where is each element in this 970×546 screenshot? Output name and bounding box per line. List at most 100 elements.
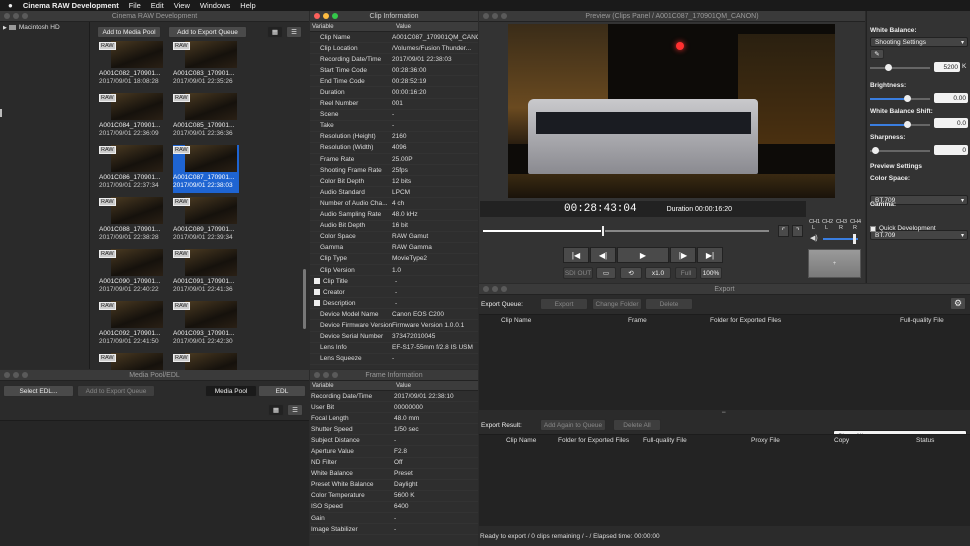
playhead-handle[interactable]: [601, 225, 606, 237]
quick-development-checkbox[interactable]: [870, 226, 876, 232]
sharpness-field[interactable]: 0: [934, 145, 968, 155]
list-view-button[interactable]: ☰: [287, 404, 303, 416]
brightness-knob[interactable]: [904, 95, 911, 102]
skip-start-button[interactable]: |◀: [563, 247, 589, 263]
window-controls[interactable]: [314, 13, 338, 19]
clip-thumbnail[interactable]: RAW A001C084_170901... 2017/09/01 22:36:09: [99, 93, 165, 141]
clip-thumbnail[interactable]: RAW A001C085_170901... 2017/09/01 22:36:36: [173, 93, 239, 141]
clip-name: A001C090_170901...: [99, 278, 161, 285]
clip-info-title-bar: Clip Information: [310, 11, 478, 22]
white-balance-label: White Balance:: [870, 27, 917, 34]
white-balance-select[interactable]: Shooting Settings: [870, 37, 968, 47]
window-controls[interactable]: [4, 372, 28, 378]
clip-info-row: Resolution (Width) 4096: [310, 143, 478, 155]
sharpness-slider[interactable]: [870, 147, 930, 154]
play-button[interactable]: ▶: [617, 247, 669, 263]
tab-media-pool[interactable]: Media Pool: [205, 385, 257, 397]
scrollbar[interactable]: [303, 269, 306, 329]
speaker-icon[interactable]: ◀): [810, 234, 818, 242]
sdi-out-button[interactable]: SDI OUT: [563, 267, 593, 279]
add-to-export-queue-button[interactable]: Add to Export Queue: [77, 385, 155, 397]
kelvin-field[interactable]: 5200: [934, 62, 960, 72]
info-value: -: [392, 111, 395, 119]
info-variable: Frame Rate: [320, 155, 355, 163]
wb-shift-field[interactable]: 0.0: [934, 118, 968, 128]
add-again-to-queue-button[interactable]: Add Again to Queue: [540, 419, 606, 431]
apple-menu-icon[interactable]: ●: [8, 1, 13, 10]
clip-thumbnail[interactable]: RAW A001C093_170901... 2017/09/01 22:42:30: [173, 301, 239, 349]
wb-shift-knob[interactable]: [904, 121, 911, 128]
step-back-button[interactable]: ◀|: [590, 247, 616, 263]
add-to-export-queue-button[interactable]: Add to Export Queue: [168, 26, 247, 38]
clip-thumbnail[interactable]: RAW A001C092_170901... 2017/09/01 22:41:50: [99, 301, 165, 349]
wb-shift-slider[interactable]: [870, 121, 930, 128]
clip-thumbnail[interactable]: RAW A001C082_170901... 2017/09/01 18:08:28: [99, 41, 165, 89]
loop-button[interactable]: ⟲: [620, 267, 642, 279]
clip-thumbnail[interactable]: RAW A001C090_170901... 2017/09/01 22:40:22: [99, 249, 165, 297]
info-value: EF-S17-55mm f/2.8 IS USM: [392, 344, 473, 352]
change-folder-button[interactable]: Change Folder: [592, 298, 642, 310]
raw-badge: RAW: [173, 42, 190, 50]
clip-thumbnail[interactable]: RAW A001C091_170901... 2017/09/01 22:41:36: [173, 249, 239, 297]
sharpness-knob[interactable]: [872, 147, 879, 154]
menu-view[interactable]: View: [174, 1, 190, 10]
brightness-field[interactable]: 0.00: [934, 93, 968, 103]
clip-thumbnail[interactable]: RAW A001C089_170901... 2017/09/01 22:39:34: [173, 197, 239, 245]
skip-end-button[interactable]: ▶|: [697, 247, 723, 263]
export-button[interactable]: Export: [540, 298, 588, 310]
info-variable: Shutter Speed: [311, 425, 353, 433]
mark-out-button[interactable]: ⌝: [792, 225, 803, 237]
add-to-media-pool-button[interactable]: Add to Media Pool: [97, 26, 161, 38]
window-controls[interactable]: [483, 286, 507, 292]
menu-help[interactable]: Help: [240, 1, 255, 10]
step-forward-button[interactable]: |▶: [670, 247, 696, 263]
clip-thumbnail[interactable]: RAW A001C087_170901... 2017/09/01 22:38:03: [173, 145, 239, 193]
drive-item[interactable]: ▶ Macintosh HD: [0, 22, 89, 33]
tab-edl[interactable]: EDL: [258, 385, 306, 397]
result-col-folder: Folder for Exported Files: [558, 437, 630, 444]
kelvin-slider[interactable]: [870, 64, 930, 71]
speed-select[interactable]: x1.0: [645, 267, 671, 279]
clip-info-row: Clip Title -: [310, 276, 478, 288]
full-button[interactable]: Full: [675, 267, 697, 279]
volume-knob[interactable]: [853, 234, 856, 244]
clip-thumbnail[interactable]: RAW A001C083_170901... 2017/09/01 22:35:26: [173, 41, 239, 89]
raw-badge: RAW: [99, 42, 116, 50]
list-view-button[interactable]: ☰: [286, 26, 302, 38]
info-variable: Resolution (Height): [320, 133, 376, 141]
select-edl-button[interactable]: Select EDL...: [3, 385, 74, 397]
frame-view-button[interactable]: ▭: [596, 267, 616, 279]
eyedropper-button[interactable]: ✎: [870, 49, 884, 59]
info-value: 373472010045: [392, 333, 436, 341]
menu-file[interactable]: File: [129, 1, 141, 10]
clip-name: A001C083_170901...: [173, 70, 235, 77]
splitter-handle[interactable]: ═: [722, 410, 726, 416]
grid-view-button[interactable]: ▦: [268, 404, 284, 416]
result-col-clip-name: Clip Name: [506, 437, 537, 444]
quick-development-label[interactable]: Quick Development: [879, 225, 936, 232]
info-value: 25.00P: [392, 155, 413, 163]
clip-thumbnail[interactable]: RAW A001C086_170901... 2017/09/01 22:37:34: [99, 145, 165, 193]
mark-in-button[interactable]: ⌜: [778, 225, 789, 237]
delete-all-button[interactable]: Delete All: [613, 419, 661, 431]
kelvin-knob[interactable]: [885, 64, 892, 71]
scrubber[interactable]: [483, 225, 769, 237]
thumbnail-panel: Add to Media Pool Add to Export Queue ▦ …: [91, 22, 309, 397]
clip-thumbnail[interactable]: RAW A001C088_170901... 2017/09/01 22:38:28: [99, 197, 165, 245]
app-menu[interactable]: Cinema RAW Development: [23, 1, 119, 10]
window-controls[interactable]: [4, 13, 28, 19]
color-wheel-pad[interactable]: +: [808, 249, 861, 278]
menu-edit[interactable]: Edit: [151, 1, 164, 10]
window-controls[interactable]: [483, 13, 507, 19]
brightness-slider[interactable]: [870, 95, 930, 102]
settings-gear-button[interactable]: ⚙: [950, 297, 966, 310]
delete-button[interactable]: Delete: [645, 298, 693, 310]
clip-info-title: Clip Information: [369, 12, 419, 20]
menu-windows[interactable]: Windows: [200, 1, 230, 10]
disclosure-icon[interactable]: ▶: [3, 25, 7, 31]
grid-view-button[interactable]: ▦: [267, 26, 283, 38]
window-controls[interactable]: [314, 372, 338, 378]
volume-slider[interactable]: [823, 234, 858, 244]
scrubber-fill: [483, 230, 604, 232]
zoom-display[interactable]: 100%: [700, 267, 722, 279]
